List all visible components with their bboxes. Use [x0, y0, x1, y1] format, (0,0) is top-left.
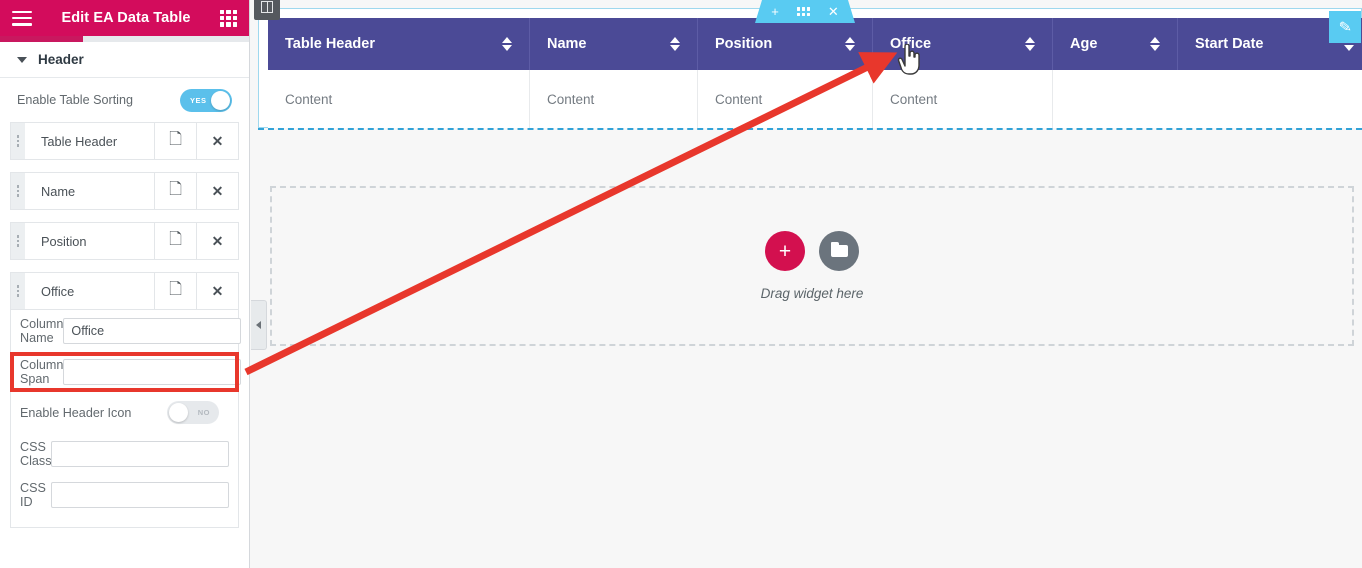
drag-handle-icon[interactable]: [11, 273, 25, 309]
column-header-label: Position: [715, 36, 773, 52]
table-cell: Content: [268, 70, 530, 128]
close-icon[interactable]: ✕: [196, 273, 238, 309]
toggle-knob: [169, 403, 188, 422]
caret-down-icon: [17, 56, 27, 63]
column-header-label: Start Date: [1195, 36, 1264, 52]
close-icon[interactable]: ✕: [196, 173, 238, 209]
plus-icon: +: [778, 239, 792, 263]
hamburger-icon[interactable]: [12, 10, 32, 26]
column-header-label: Office: [890, 36, 932, 52]
table-cell: Content: [698, 70, 873, 128]
table-column-header[interactable]: Age: [1053, 18, 1178, 70]
table-section[interactable]: Table Header Name Position Office Age St…: [258, 8, 1362, 128]
columns-icon: [261, 1, 273, 13]
drag-handle-icon[interactable]: [11, 223, 25, 259]
panel-progress-track: [0, 36, 249, 42]
field-css-id: CSS ID: [11, 474, 238, 515]
repeater-item-label[interactable]: Position: [25, 223, 154, 259]
css-id-input[interactable]: [51, 481, 229, 508]
setting-label: Enable Table Sorting: [17, 93, 133, 107]
edit-widget-button[interactable]: ✎: [1329, 11, 1361, 43]
editor-canvas: Table Header Name Position Office Age St…: [250, 0, 1362, 568]
column-header-label: Age: [1070, 36, 1098, 52]
add-widget-button[interactable]: +: [765, 231, 805, 271]
column-settings-card: Column Name Column Span Enable Header Ic…: [10, 310, 242, 528]
css-class-input[interactable]: [51, 440, 230, 467]
table-cell: [1053, 70, 1178, 128]
column-header-label: Name: [547, 36, 587, 52]
copy-icon[interactable]: 🗋: [154, 173, 196, 209]
field-column-name: Column Name: [11, 310, 242, 351]
repeater-item[interactable]: Position 🗋 ✕: [10, 222, 239, 260]
template-library-button[interactable]: [819, 231, 859, 271]
column-handle-button[interactable]: [254, 0, 280, 20]
table-header-row: Table Header Name Position Office Age St…: [268, 18, 1362, 70]
field-css-class: CSS Class: [11, 433, 238, 474]
close-icon[interactable]: ✕: [828, 5, 839, 18]
drag-handle-icon[interactable]: [11, 123, 25, 159]
repeater-item[interactable]: Table Header 🗋 ✕: [10, 122, 239, 160]
table-cell: [1178, 70, 1362, 128]
sort-updown-icon[interactable]: [502, 37, 512, 51]
copy-icon[interactable]: 🗋: [154, 273, 196, 309]
sort-updown-icon[interactable]: [1150, 37, 1160, 51]
chevron-left-icon: [256, 321, 261, 329]
panel-progress-fill: [0, 36, 83, 42]
panel-collapse-handle[interactable]: [251, 300, 267, 350]
drag-handle-icon[interactable]: [11, 173, 25, 209]
section-toolbar[interactable]: + ✕: [755, 0, 855, 23]
editor-panel: Edit EA Data Table Header Enable Table S…: [0, 0, 250, 568]
close-icon[interactable]: ✕: [196, 123, 238, 159]
toggle-value-label: NO: [197, 408, 210, 417]
copy-icon[interactable]: 🗋: [154, 223, 196, 259]
toggle-wrapper: NO: [165, 401, 229, 424]
folder-icon: [830, 241, 848, 257]
setting-enable-table-sorting: Enable Table Sorting YES: [0, 78, 249, 122]
repeater-item-label[interactable]: Name: [25, 173, 154, 209]
field-label: CSS ID: [20, 480, 46, 509]
plus-icon[interactable]: +: [771, 5, 779, 18]
column-span-input[interactable]: [63, 358, 242, 385]
sort-updown-icon[interactable]: [845, 37, 855, 51]
columns-repeater-list: Table Header 🗋 ✕ Name 🗋 ✕ Position 🗋 ✕ O…: [0, 122, 249, 310]
field-label: Column Name: [20, 316, 64, 345]
table-column-header-office[interactable]: Office: [873, 18, 1053, 70]
copy-icon[interactable]: 🗋: [154, 123, 196, 159]
table-column-header[interactable]: Table Header: [268, 18, 530, 70]
panel-header: Edit EA Data Table: [0, 0, 249, 36]
close-icon[interactable]: ✕: [196, 223, 238, 259]
dropzone-buttons: +: [765, 231, 859, 271]
repeater-item-office[interactable]: Office 🗋 ✕: [10, 272, 239, 310]
table-content-row: Content Content Content Content: [268, 70, 1362, 128]
repeater-item-label[interactable]: Table Header: [25, 123, 154, 159]
repeater-item[interactable]: Name 🗋 ✕: [10, 172, 239, 210]
sort-updown-icon[interactable]: [670, 37, 680, 51]
widget-dropzone[interactable]: + Drag widget here: [270, 186, 1354, 346]
enable-header-icon-toggle[interactable]: NO: [167, 401, 219, 424]
table-cell: Content: [530, 70, 698, 128]
field-enable-header-icon: Enable Header Icon NO: [11, 392, 238, 433]
field-label: CSS Class: [20, 439, 52, 468]
section-dashed-divider: [258, 128, 1362, 130]
dropzone-label: Drag widget here: [760, 286, 864, 301]
section-title: Header: [38, 52, 84, 67]
sort-updown-icon[interactable]: [1025, 37, 1035, 51]
field-label: Column Span: [20, 357, 64, 386]
accordion-header-section[interactable]: Header: [0, 42, 249, 78]
table-column-header[interactable]: Position: [698, 18, 873, 70]
drag-dots-icon[interactable]: [796, 7, 810, 16]
toggle-knob: [211, 90, 230, 110]
toggle-value-label: YES: [190, 95, 207, 105]
pencil-icon: ✎: [1337, 18, 1353, 37]
table-cell: Content: [873, 70, 1053, 128]
enable-table-sorting-toggle[interactable]: YES: [180, 88, 232, 112]
repeater-item-label[interactable]: Office: [25, 273, 154, 309]
column-name-input[interactable]: [63, 317, 242, 344]
grid-icon[interactable]: [220, 9, 237, 27]
column-header-label: Table Header: [285, 36, 375, 52]
field-label: Enable Header Icon: [20, 405, 132, 420]
page-title: Edit EA Data Table: [61, 10, 191, 26]
table-column-header[interactable]: Name: [530, 18, 698, 70]
field-column-span: Column Span: [11, 351, 242, 392]
